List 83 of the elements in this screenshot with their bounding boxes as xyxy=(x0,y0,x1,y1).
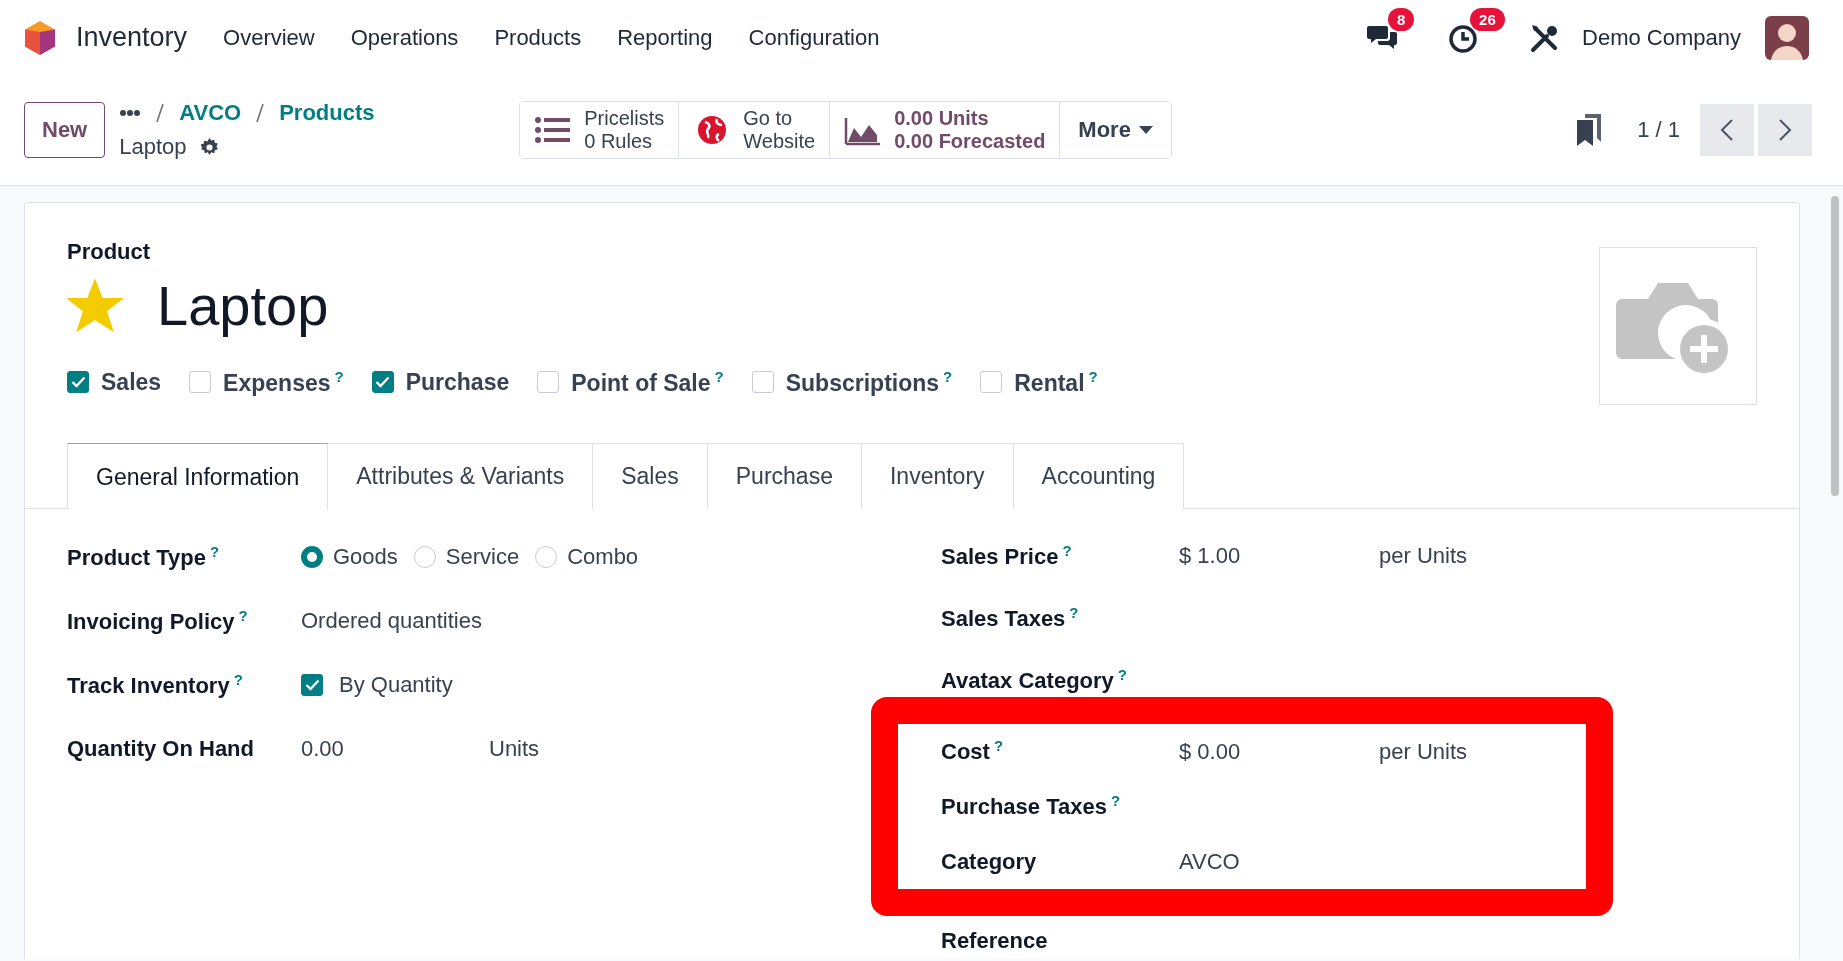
unit-label: per Units xyxy=(1379,543,1468,569)
breadcrumb-separator-icon xyxy=(255,102,266,124)
radio-button[interactable] xyxy=(301,546,323,568)
field-label: Category xyxy=(941,848,1038,875)
menu-item[interactable]: Products xyxy=(494,24,582,51)
pager-value[interactable]: 1 / 1 xyxy=(1637,117,1680,143)
help-tooltip-icon[interactable]: ? xyxy=(993,737,1004,755)
bookmark-icon[interactable] xyxy=(1577,114,1602,146)
help-tooltip-icon[interactable]: ? xyxy=(334,368,344,385)
breadcrumb-link[interactable]: Products xyxy=(279,100,375,126)
breadcrumb-link[interactable]: AVCO xyxy=(179,100,242,126)
checkbox[interactable] xyxy=(301,674,323,696)
field-value: $ 0.00 xyxy=(1179,738,1242,765)
menu-item[interactable]: Operations xyxy=(350,24,459,51)
tab[interactable]: Inventory xyxy=(861,443,1014,509)
ellipsis-icon[interactable] xyxy=(119,109,142,117)
star-icon[interactable] xyxy=(67,278,123,333)
smart-button[interactable]: Pricelists 0 Rules xyxy=(520,102,680,158)
chevron-left-icon xyxy=(1720,118,1734,142)
menu-item[interactable]: Overview xyxy=(223,24,315,51)
help-tooltip-icon[interactable]: ? xyxy=(1069,603,1079,621)
product-name: Laptop xyxy=(157,273,329,338)
field-value: AVCO xyxy=(1179,848,1241,875)
tab[interactable]: Attributes & Variants xyxy=(328,443,594,509)
field-label: Invoicing Policy $^{?}$ xyxy=(67,606,249,636)
tab[interactable]: Purchase xyxy=(707,443,862,509)
checkbox[interactable] xyxy=(67,371,89,394)
help-tooltip-icon[interactable]: ? xyxy=(1062,541,1072,559)
help-tooltip-icon[interactable]: ? xyxy=(1117,665,1127,683)
scrollbar[interactable] xyxy=(1831,196,1839,496)
checkbox-label: Subscriptions $^{?}$ xyxy=(785,368,953,397)
help-tooltip-icon[interactable]: ? xyxy=(943,368,953,385)
checkbox-label: Purchase xyxy=(405,368,510,396)
radio-label: Service xyxy=(445,544,520,570)
menu-item[interactable]: Configuration xyxy=(748,24,880,51)
breadcrumb-separator-icon xyxy=(155,102,166,124)
help-tooltip-icon[interactable]: ? xyxy=(1110,792,1121,810)
field-label: Track Inventory $^{?}$ xyxy=(67,670,244,700)
field-value: $ 1.00 xyxy=(1179,543,1242,569)
checkbox-label: Expenses $^{?}$ xyxy=(223,368,344,397)
previous-button[interactable] xyxy=(1700,104,1754,156)
checkbox-label: Point of Sale $^{?}$ xyxy=(571,368,724,397)
radio-label: Goods xyxy=(333,544,398,570)
company-switcher[interactable]: Demo Company xyxy=(1582,24,1741,51)
help-tooltip-icon[interactable]: ? xyxy=(238,606,248,624)
app-logo-icon[interactable] xyxy=(22,19,58,56)
new-button[interactable]: New xyxy=(24,102,106,158)
field-label: Reference xyxy=(941,928,1049,954)
field-value: 0.00 xyxy=(301,736,345,762)
tab[interactable]: Accounting xyxy=(1013,443,1185,509)
field-label: Avatax Category $^{?}$ xyxy=(941,665,1128,695)
field-label: Sales Taxes $^{?}$ xyxy=(941,603,1080,633)
help-tooltip-icon[interactable]: ? xyxy=(1088,368,1098,385)
field-label: Quantity On Hand xyxy=(67,736,255,762)
tab[interactable]: General Information xyxy=(67,443,329,510)
caret-icon xyxy=(1138,126,1153,134)
help-tooltip-icon[interactable]: ? xyxy=(233,670,243,688)
radio-label: Combo xyxy=(567,544,639,570)
checkbox[interactable] xyxy=(371,371,394,394)
field-label: Cost $^{?}$ xyxy=(941,737,1005,766)
list-icon xyxy=(534,114,573,146)
help-tooltip-icon[interactable]: ? xyxy=(209,542,220,560)
field-label: Product Type $^{?}$ xyxy=(67,542,221,572)
field-label: Sales Price $^{?}$ xyxy=(941,541,1073,571)
tab[interactable]: Sales xyxy=(593,443,708,509)
next-button[interactable] xyxy=(1758,104,1812,156)
app-name[interactable]: Inventory xyxy=(76,22,188,53)
unit-label: Units xyxy=(489,736,540,762)
user-avatar[interactable] xyxy=(1765,15,1809,60)
checkbox-label: By Quantity xyxy=(339,672,453,698)
settings-icon[interactable] xyxy=(198,136,220,158)
menu-item[interactable]: Reporting xyxy=(617,24,713,51)
message-count-badge: 8 xyxy=(1388,7,1415,31)
field-label: Purchase Taxes $^{?}$ xyxy=(941,792,1122,821)
activity-count-badge: 26 xyxy=(1470,7,1505,31)
field-value: Ordered quantities xyxy=(301,608,483,634)
checkbox-label: Rental $^{?}$ xyxy=(1014,368,1098,397)
unit-label: per Units xyxy=(1379,738,1468,765)
checkbox-label: Sales xyxy=(101,368,162,396)
record-type-label: Product xyxy=(67,239,152,265)
help-tooltip-icon[interactable]: ? xyxy=(714,368,724,385)
chevron-right-icon xyxy=(1778,118,1792,142)
record-name: Laptop xyxy=(119,134,187,160)
